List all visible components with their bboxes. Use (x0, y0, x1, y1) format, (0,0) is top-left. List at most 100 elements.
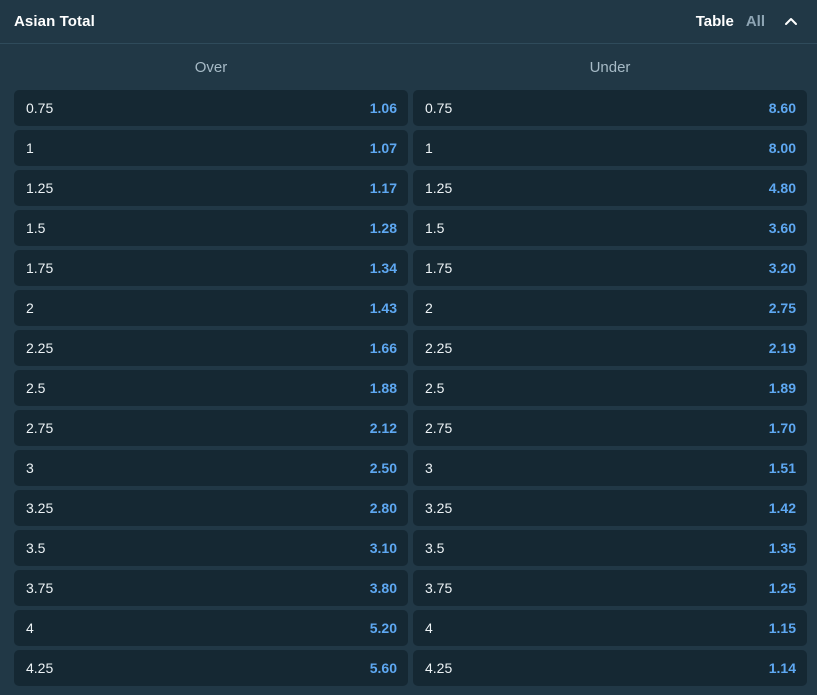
over-odd-value: 1.34 (369, 260, 397, 276)
over-odds-row[interactable]: 1 1.07 (14, 130, 408, 166)
over-odd-value: 1.17 (369, 180, 397, 196)
over-line-value: 3 (26, 460, 34, 476)
under-odd-value: 1.25 (768, 580, 796, 596)
under-line-value: 1.25 (425, 180, 453, 196)
over-odd-value: 2.80 (369, 500, 397, 516)
under-odds-row[interactable]: 3.5 1.35 (413, 530, 807, 566)
under-odds-row[interactable]: 2.75 1.70 (413, 410, 807, 446)
collapse-button[interactable] (779, 10, 803, 34)
under-line-value: 1.75 (425, 260, 453, 276)
under-line-value: 1.5 (425, 220, 445, 236)
under-odds-row[interactable]: 2.25 2.19 (413, 330, 807, 366)
under-odd-value: 2.19 (768, 340, 796, 356)
under-line-value: 4 (425, 620, 433, 636)
under-line-value: 4.25 (425, 660, 453, 676)
over-line-value: 2.75 (26, 420, 54, 436)
under-odd-value: 3.60 (768, 220, 796, 236)
over-odd-value: 3.10 (369, 540, 397, 556)
under-odds-row[interactable]: 1 8.00 (413, 130, 807, 166)
over-odd-value: 1.28 (369, 220, 397, 236)
under-line-value: 3.75 (425, 580, 453, 596)
under-odd-value: 1.35 (768, 540, 796, 556)
over-odds-row[interactable]: 4 5.20 (14, 610, 408, 646)
under-odd-value: 1.42 (768, 500, 796, 516)
over-odd-value: 1.66 (369, 340, 397, 356)
under-odd-value: 1.70 (768, 420, 796, 436)
over-odd-value: 5.60 (369, 660, 397, 676)
under-odd-value: 1.89 (768, 380, 796, 396)
over-line-value: 3.75 (26, 580, 54, 596)
over-line-value: 1.75 (26, 260, 54, 276)
under-odds-row[interactable]: 3 1.51 (413, 450, 807, 486)
under-line-value: 2 (425, 300, 433, 316)
under-odds-row[interactable]: 2 2.75 (413, 290, 807, 326)
over-odds-row[interactable]: 3.5 3.10 (14, 530, 408, 566)
under-odd-value: 8.60 (768, 100, 796, 116)
table-view-button[interactable]: Table (696, 14, 734, 29)
over-line-value: 1.5 (26, 220, 46, 236)
header-controls: Table All (696, 10, 803, 34)
under-odds-row[interactable]: 3.25 1.42 (413, 490, 807, 526)
under-odd-value: 4.80 (768, 180, 796, 196)
over-list: 0.75 1.06 1 1.07 1.25 1.17 1.5 1.28 1.75 1.34 2 1.4… (14, 90, 408, 686)
under-line-value: 0.75 (425, 100, 453, 116)
over-odds-row[interactable]: 3 2.50 (14, 450, 408, 486)
over-odd-value: 2.12 (369, 420, 397, 436)
over-odds-row[interactable]: 2 1.43 (14, 290, 408, 326)
over-column: Over 0.75 1.06 1 1.07 1.25 1.17 1.5 1.28 1.75 1.3… (14, 44, 408, 686)
over-odds-row[interactable]: 2.5 1.88 (14, 370, 408, 406)
under-odd-value: 1.14 (768, 660, 796, 676)
over-line-value: 4 (26, 620, 34, 636)
under-odds-row[interactable]: 3.75 1.25 (413, 570, 807, 606)
panel-header: Asian Total Table All (0, 0, 817, 44)
over-line-value: 2.25 (26, 340, 54, 356)
all-view-button[interactable]: All (746, 14, 765, 29)
under-odds-row[interactable]: 1.75 3.20 (413, 250, 807, 286)
over-line-value: 0.75 (26, 100, 54, 116)
asian-total-panel: Asian Total Table All Over 0.75 1.06 1 1.07… (0, 0, 817, 695)
under-odd-value: 8.00 (768, 140, 796, 156)
over-odd-value: 2.50 (369, 460, 397, 476)
over-line-value: 1 (26, 140, 34, 156)
under-odd-value: 2.75 (768, 300, 796, 316)
over-line-value: 2.5 (26, 380, 46, 396)
under-column-header: Under (589, 58, 631, 76)
over-line-value: 3.25 (26, 500, 54, 516)
under-line-value: 3.25 (425, 500, 453, 516)
over-odds-row[interactable]: 1.5 1.28 (14, 210, 408, 246)
under-odds-row[interactable]: 4 1.15 (413, 610, 807, 646)
under-line-value: 1 (425, 140, 433, 156)
over-odd-value: 1.43 (369, 300, 397, 316)
over-odd-value: 1.07 (369, 140, 397, 156)
under-line-value: 3 (425, 460, 433, 476)
over-line-value: 2 (26, 300, 34, 316)
under-column: Under 0.75 8.60 1 8.00 1.25 4.80 1.5 3.60 1.75 3.… (413, 44, 807, 686)
over-odds-row[interactable]: 3.75 3.80 (14, 570, 408, 606)
over-odds-row[interactable]: 1.75 1.34 (14, 250, 408, 286)
over-odds-row[interactable]: 1.25 1.17 (14, 170, 408, 206)
chevron-up-icon (785, 17, 797, 25)
over-odd-value: 1.06 (369, 100, 397, 116)
under-line-value: 2.75 (425, 420, 453, 436)
under-odds-row[interactable]: 2.5 1.89 (413, 370, 807, 406)
over-line-value: 3.5 (26, 540, 46, 556)
markets-grid: Over 0.75 1.06 1 1.07 1.25 1.17 1.5 1.28 1.75 1.3… (0, 44, 817, 686)
over-odds-row[interactable]: 2.25 1.66 (14, 330, 408, 366)
over-odds-row[interactable]: 4.25 5.60 (14, 650, 408, 686)
over-column-header: Over (194, 58, 228, 76)
under-odds-row[interactable]: 1.5 3.60 (413, 210, 807, 246)
over-odds-row[interactable]: 0.75 1.06 (14, 90, 408, 126)
over-odd-value: 1.88 (369, 380, 397, 396)
under-odds-row[interactable]: 1.25 4.80 (413, 170, 807, 206)
under-odd-value: 3.20 (768, 260, 796, 276)
over-line-value: 1.25 (26, 180, 54, 196)
over-odds-row[interactable]: 2.75 2.12 (14, 410, 408, 446)
panel-title: Asian Total (14, 13, 95, 30)
under-odds-row[interactable]: 4.25 1.14 (413, 650, 807, 686)
over-odds-row[interactable]: 3.25 2.80 (14, 490, 408, 526)
under-odds-row[interactable]: 0.75 8.60 (413, 90, 807, 126)
under-odd-value: 1.15 (768, 620, 796, 636)
over-odd-value: 3.80 (369, 580, 397, 596)
under-line-value: 2.5 (425, 380, 445, 396)
under-line-value: 2.25 (425, 340, 453, 356)
